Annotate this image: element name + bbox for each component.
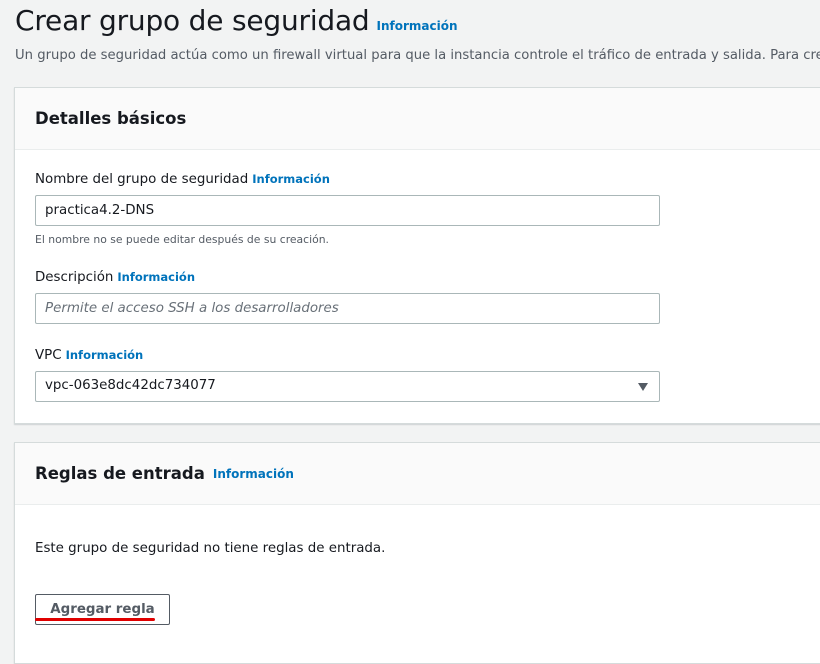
security-group-name-input[interactable] xyxy=(35,195,660,226)
inbound-rules-title: Reglas de entrada xyxy=(35,464,205,483)
page-description: Un grupo de seguridad actúa como un fire… xyxy=(15,48,820,63)
basic-details-title: Detalles básicos xyxy=(35,109,187,128)
caret-down-icon xyxy=(638,383,648,391)
page-title-info-link[interactable]: Información xyxy=(377,19,458,33)
red-underline-annotation xyxy=(35,618,155,621)
description-input[interactable] xyxy=(35,293,660,324)
security-group-name-info-link[interactable]: Información xyxy=(252,172,330,186)
vpc-label: VPC Información xyxy=(35,348,143,363)
inbound-rules-header: Reglas de entrada Información xyxy=(15,443,820,505)
page-title: Crear grupo de seguridad xyxy=(15,4,370,37)
vpc-label-text: VPC xyxy=(35,348,62,363)
security-group-name-hint: El nombre no se puede editar después de … xyxy=(35,233,329,246)
description-label: Descripción Información xyxy=(35,270,195,285)
inbound-rules-info-link[interactable]: Información xyxy=(213,467,294,481)
inbound-rules-empty-message: Este grupo de seguridad no tiene reglas … xyxy=(35,541,386,556)
description-label-text: Descripción xyxy=(35,270,114,285)
description-info-link[interactable]: Información xyxy=(117,270,195,284)
vpc-select[interactable]: vpc-063e8dc42dc734077 xyxy=(35,371,660,402)
basic-details-header: Detalles básicos xyxy=(15,88,820,150)
inbound-rules-panel: Reglas de entrada Información Este grupo … xyxy=(14,442,820,664)
security-group-name-label-text: Nombre del grupo de seguridad xyxy=(35,172,249,187)
vpc-info-link[interactable]: Información xyxy=(66,348,144,362)
security-group-name-label: Nombre del grupo de seguridad Información xyxy=(35,172,330,187)
page-title-row: Crear grupo de seguridad Información xyxy=(15,4,458,37)
vpc-select-value: vpc-063e8dc42dc734077 xyxy=(45,378,216,393)
basic-details-panel: Detalles básicos Nombre del grupo de seg… xyxy=(14,87,820,424)
